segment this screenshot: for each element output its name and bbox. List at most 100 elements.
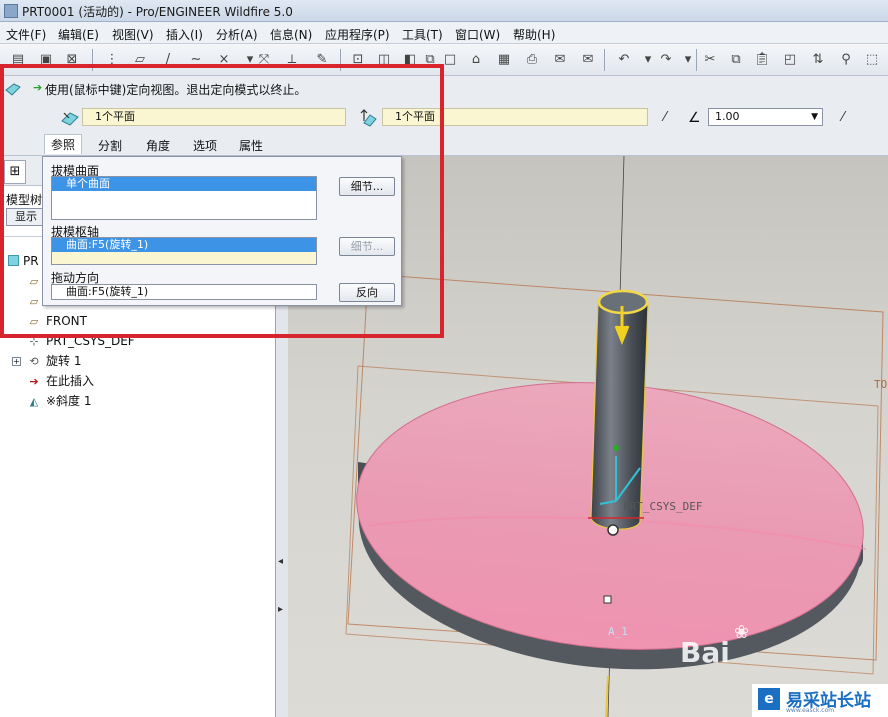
menu-bar: 文件(F) 编辑(E) 视图(V) 插入(I) 分析(A) 信息(N) 应用程序… (0, 22, 888, 44)
undo-icon[interactable]: ↶ (614, 50, 634, 70)
model-tree-toggle-icon[interactable]: ▤ (8, 50, 28, 70)
draft-feature-icon: ◭ (29, 395, 39, 408)
draft-hinges-details-button[interactable]: 细节... (339, 237, 395, 256)
draft-surfaces-item[interactable]: 单个曲面 (52, 177, 316, 191)
draft-surface-collector[interactable]: 1个平面 (82, 108, 346, 126)
named-view-icon[interactable]: ◫ (374, 50, 394, 70)
axis-highlight (605, 675, 609, 717)
show-button[interactable]: 显示 (6, 208, 46, 226)
menu-view[interactable]: 视图(V) (112, 26, 154, 43)
insert-here-icon: ➔ (29, 375, 39, 388)
find-icon[interactable]: ⚲ (836, 50, 856, 70)
point-tool-icon[interactable]: × (214, 50, 234, 70)
part-icon (8, 255, 19, 266)
flip-button[interactable]: 反向 (339, 283, 395, 302)
draft-surfaces-details-button[interactable]: 细节... (339, 177, 395, 196)
open-file-icon[interactable]: ⌂ (466, 50, 486, 70)
datum-plane-icon: ▱ (29, 275, 39, 288)
message-arrow-icon: ➔ (33, 81, 43, 94)
site-watermark: e 易采站长站 www.easck.com (752, 684, 888, 717)
tree-item-revolve[interactable]: ⟲ 旋转 1 (26, 352, 81, 370)
menu-window[interactable]: 窗口(W) (455, 26, 500, 43)
layers-icon[interactable]: ⧉ (420, 50, 440, 70)
tree-item-insert-here[interactable]: ➔ 在此插入 (26, 372, 94, 390)
curve-tool-icon[interactable]: ∼ (186, 50, 206, 70)
annotation-icon[interactable]: ◧ (400, 50, 420, 70)
message-text: 使用(鼠标中键)定向视图。退出定向模式以终止。 (45, 83, 307, 97)
close-window-icon[interactable]: ⊠ (62, 50, 82, 70)
menu-info[interactable]: 信息(N) (270, 26, 312, 43)
menu-file[interactable]: 文件(F) (6, 26, 46, 43)
analysis-icon[interactable]: ⟂ (282, 50, 302, 70)
plane-tool-icon[interactable]: ▱ (130, 50, 150, 70)
draft-hinge-collector[interactable]: 1个平面 (382, 108, 648, 126)
datum-plane-icon: ▱ (29, 315, 39, 328)
site-logo-icon: e (758, 688, 780, 710)
model-tree-tab-icon[interactable]: ⊞ (4, 160, 26, 184)
tab-properties[interactable]: 属性 (239, 137, 263, 154)
draft-dashboard: ➔ 使用(鼠标中键)定向视图。退出定向模式以终止。 1个平面 1个平面 ⁄ ∠ … (0, 76, 888, 156)
tab-references[interactable]: 参照 (44, 134, 83, 154)
datum-display-icon[interactable]: ⋮ (102, 50, 122, 70)
datum-plane-icon: ▱ (29, 295, 39, 308)
tab-options[interactable]: 选项 (193, 137, 217, 154)
tree-item-front[interactable]: ▱ FRONT (26, 312, 87, 330)
message-icon (5, 83, 21, 96)
select-icon[interactable]: ⬚ (862, 50, 882, 70)
toolbar-separator (696, 49, 697, 71)
tree-item-csys[interactable]: ⊹ PRT_CSYS_DEF (26, 332, 134, 350)
axis-tool-icon[interactable]: / (158, 50, 178, 70)
save-icon[interactable]: ▦ (494, 50, 514, 70)
site-url: www.easck.com (786, 707, 835, 714)
tab-angles[interactable]: 角度 (146, 137, 170, 154)
send-mail-icon[interactable]: ✉ (550, 50, 570, 70)
cut-icon[interactable]: ✂ (700, 50, 720, 70)
spin-center-icon[interactable]: ⊡ (348, 50, 368, 70)
menu-edit[interactable]: 编辑(E) (58, 26, 99, 43)
undo-dropdown-icon[interactable]: ▾ (638, 50, 658, 70)
menu-tools[interactable]: 工具(T) (402, 26, 443, 43)
draft-hinges-item[interactable]: 曲面:F5(旋转_1) (52, 238, 316, 252)
expand-right-icon[interactable]: ▸ (278, 604, 283, 615)
flip-angle-icon[interactable]: ⁄ (834, 110, 852, 126)
paste-icon[interactable]: 📋︎ (752, 50, 772, 70)
collapse-left-icon[interactable]: ◂ (278, 556, 283, 567)
angle-icon: ∠ (688, 110, 701, 126)
print-icon[interactable]: ⎙ (522, 50, 542, 70)
tree-item-draft[interactable]: ◭ ※斜度 1 (26, 392, 92, 410)
new-file-icon[interactable]: □ (440, 50, 460, 70)
csys-tool-icon[interactable]: ⤧ (254, 50, 274, 70)
split-toggle-icon[interactable]: ⁄ (656, 110, 674, 126)
revolve-feature-icon: ⟲ (29, 355, 39, 368)
redo-dropdown-icon[interactable]: ▾ (678, 50, 698, 70)
window-icon[interactable]: ▣ (36, 50, 56, 70)
email-link-icon[interactable]: ✉ (578, 50, 598, 70)
pull-direction-item: 曲面:F5(旋转_1) (66, 285, 149, 298)
regenerate-icon[interactable]: ⇅ (808, 50, 828, 70)
paste-special-icon[interactable]: ◰ (780, 50, 800, 70)
menu-help[interactable]: 帮助(H) (513, 26, 555, 43)
redo-icon[interactable]: ↷ (656, 50, 676, 70)
tree-root[interactable]: PR (8, 252, 39, 270)
chevron-down-icon: ▼ (811, 112, 818, 122)
tab-split[interactable]: 分割 (98, 137, 122, 154)
datum-plane-label: TO (874, 378, 887, 391)
coordinate-system-icon: ⊹ (29, 335, 39, 348)
baidu-paw-icon: ❀ (734, 622, 750, 643)
menu-analysis[interactable]: 分析(A) (216, 26, 258, 43)
sketch-icon[interactable]: ✎ (312, 50, 332, 70)
pull-direction-field[interactable]: 曲面:F5(旋转_1) (51, 284, 317, 300)
drag-handle-icon (607, 524, 619, 536)
draft-surface-icon (61, 112, 79, 126)
title-bar: PRT0001 (活动的) - Pro/ENGINEER Wildfire 5.… (0, 0, 888, 22)
draft-surfaces-list[interactable]: 单个曲面 (51, 176, 317, 220)
draft-hinge-icon (360, 109, 377, 127)
menu-applications[interactable]: 应用程序(P) (325, 26, 390, 43)
menu-insert[interactable]: 插入(I) (166, 26, 203, 43)
copy-icon[interactable]: ⧉ (726, 50, 746, 70)
expand-icon[interactable]: + (12, 357, 21, 366)
draft-hinges-list[interactable]: 曲面:F5(旋转_1) (51, 237, 317, 265)
axis-label: A_1 (608, 625, 628, 638)
angle-dropdown[interactable]: 1.00 ▼ (708, 108, 823, 126)
model-tree-label: 模型树 (6, 193, 43, 207)
